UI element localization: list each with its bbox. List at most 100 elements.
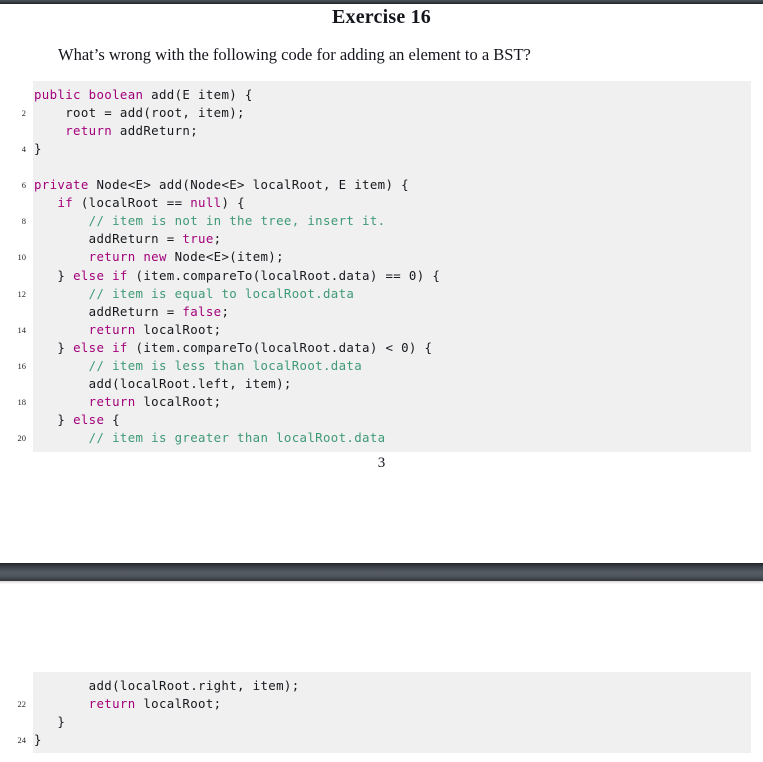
code-token-pl: localRoot; (135, 696, 222, 712)
code-token-kw: else if (73, 339, 128, 355)
code-line-number: 6 (21, 180, 26, 191)
code-line: 8 // item is not in the tree, insert it. (0, 212, 763, 230)
code-token-kw: else (73, 412, 105, 428)
code-line-number: 20 (17, 433, 27, 444)
code-line: if (localRoot == null) { (0, 194, 763, 212)
code-line-text: add(localRoot.right, item); (34, 677, 300, 695)
page-separator-middle (0, 563, 763, 581)
code-token-pl: } (34, 732, 42, 748)
code-token-pl: ; (221, 303, 230, 319)
code-token-pl: Node<E> add(Node<E> localRoot, E item) { (88, 177, 409, 193)
code-line: 12 // item is equal to localRoot.data (0, 285, 763, 303)
code-line: 14 return localRoot; (0, 321, 763, 339)
code-line-text: return new Node<E>(item); (34, 248, 284, 266)
code-token-kw: return (88, 394, 136, 410)
code-line-text: // item is not in the tree, insert it. (34, 212, 385, 230)
code-line-text: } (34, 731, 42, 749)
code-line: addReturn = true; (0, 230, 763, 248)
code-line-text: private Node<E> add(Node<E> localRoot, E… (34, 176, 409, 194)
code-token-kw: boolean (88, 86, 144, 102)
page-two-content: add(localRoot.right, item); 22 return loc… (0, 581, 763, 754)
code-token-kw: return new (88, 249, 167, 265)
page-two-viewport: add(localRoot.right, item); 22 return loc… (0, 581, 763, 762)
code-line-number: 18 (17, 397, 27, 408)
code-line: 24} (0, 731, 763, 749)
code-line: add(localRoot.right, item); (0, 677, 763, 695)
code-line: 22 return localRoot; (0, 695, 763, 713)
code-line-number: 12 (17, 288, 27, 299)
code-token-kw: null (190, 195, 222, 211)
code-block-two: add(localRoot.right, item); 22 return loc… (0, 672, 763, 754)
code-line-number: 4 (21, 143, 26, 154)
code-line-text: } else if (item.compareTo(localRoot.data… (34, 267, 440, 285)
code-token-pl: localRoot; (135, 321, 222, 337)
code-token-kw: else if (73, 267, 128, 283)
code-line: public boolean add(E item) { (0, 86, 763, 104)
code-line-text: return localRoot; (34, 393, 221, 411)
code-token-pl: root = add(root, item); (34, 104, 245, 120)
page-number: 3 (377, 455, 386, 471)
code-line-number: 8 (21, 216, 26, 227)
code-line: 20 // item is greater than localRoot.dat… (0, 429, 763, 447)
code-token-cm: // item is less than localRoot.data (88, 358, 363, 374)
code-line-number: 22 (17, 699, 27, 710)
code-line-text: return localRoot; (34, 321, 221, 339)
code-line-text: addReturn = true; (34, 230, 221, 248)
code-token-pl: add(localRoot.left, item); (34, 376, 292, 392)
code-token-pl: (localRoot == (73, 195, 191, 211)
code-line: 6 private Node<E> add(Node<E> localRoot, … (0, 176, 763, 194)
page-title: Exercise 16 (331, 6, 432, 28)
code-line: 16 // item is less than localRoot.data (0, 357, 763, 375)
code-token-pl: } (34, 267, 74, 283)
page-one-content: Exercise 16 What’s wrong with the follow… (0, 4, 763, 452)
code-line-text: public boolean add(E item) { (34, 86, 253, 104)
code-token-kw: true (182, 231, 214, 247)
code-line: } else if (item.compareTo(localRoot.data… (0, 339, 763, 357)
code-block-two-lines: add(localRoot.right, item); 22 return loc… (0, 672, 763, 753)
code-token-pl: } (34, 714, 66, 730)
code-line-number: 16 (17, 361, 27, 372)
code-line-text: return addReturn; (34, 122, 198, 140)
code-line-text: add(localRoot.left, item); (34, 375, 292, 393)
code-token-cm: // item is greater than localRoot.data (88, 430, 386, 446)
code-line-text: } else if (item.compareTo(localRoot.data… (34, 339, 432, 357)
code-line: } else if (item.compareTo(localRoot.data… (0, 267, 763, 285)
code-line: } (0, 713, 763, 731)
code-token-pl: add(localRoot.right, item); (34, 678, 300, 693)
code-token-kw: public (34, 86, 81, 102)
code-token-kw: return (88, 696, 136, 712)
code-line: add(localRoot.left, item); (0, 375, 763, 393)
code-line-text: } (34, 140, 42, 158)
code-token-pl: addReturn; (112, 122, 199, 138)
code-token-pl: } (34, 339, 74, 355)
code-line: 18 return localRoot; (0, 393, 763, 411)
code-line-text: addReturn = false; (34, 303, 229, 321)
code-line-text: // item is equal to localRoot.data (34, 285, 354, 303)
code-line: return addReturn; (0, 122, 763, 140)
code-line: addReturn = false; (0, 303, 763, 321)
code-line-number: 2 (21, 107, 26, 118)
code-line-text: // item is less than localRoot.data (34, 357, 362, 375)
code-line-number: 10 (17, 252, 27, 263)
code-line: 10 return new Node<E>(item); (0, 248, 763, 266)
code-line-text: } else { (34, 411, 120, 429)
code-line: } else { (0, 411, 763, 429)
code-line-text: root = add(root, item); (34, 104, 245, 122)
code-token-cm: // item is equal to localRoot.data (88, 285, 355, 301)
code-token-kw: return (88, 321, 136, 337)
code-token-pl: } (34, 140, 42, 156)
code-token-cm: // item is not in the tree, insert it. (88, 213, 386, 229)
code-token-pl: { (104, 412, 120, 428)
code-token-kw: private (34, 177, 89, 193)
